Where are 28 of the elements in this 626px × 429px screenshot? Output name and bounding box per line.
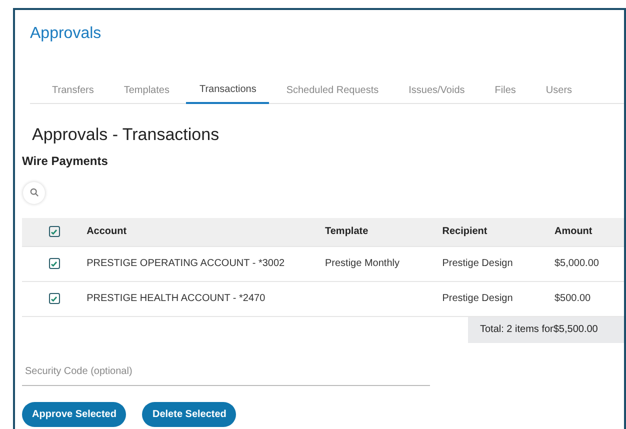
checkbox[interactable] (48, 226, 60, 237)
checkbox[interactable] (48, 293, 60, 304)
tab[interactable]: Issues/Voids (408, 77, 465, 104)
approve-button[interactable]: Approve Selected (22, 402, 126, 426)
column-header: Account (86, 225, 128, 239)
column-header: Template (325, 225, 370, 239)
checkbox[interactable] (48, 258, 60, 269)
page-heading: Approvals - Transactions (32, 124, 220, 146)
search-icon (30, 188, 38, 197)
tab[interactable]: Templates (124, 77, 170, 104)
page-title: Approvals (30, 24, 102, 44)
table-cell: Prestige Design (442, 293, 513, 304)
column-header: Amount (554, 225, 594, 239)
delete-button[interactable]: Delete Selected (142, 402, 236, 426)
tab[interactable]: Scheduled Requests (286, 77, 379, 104)
tab[interactable]: Files (494, 77, 516, 104)
table-cell: Prestige Monthly (325, 258, 400, 269)
tab[interactable]: Users (546, 77, 572, 104)
total-summary: Total: 2 items for$5,500.00 (468, 316, 624, 342)
table-cell: $5,000.00 (554, 258, 599, 269)
section-title: Wire Payments (22, 152, 109, 170)
table-cell: $500.00 (554, 293, 591, 304)
table-cell: PRESTIGE HEALTH ACCOUNT - *2470 (86, 293, 266, 304)
table-cell: PRESTIGE OPERATING ACCOUNT - *3002 (86, 258, 285, 269)
tab[interactable]: Transfers (52, 77, 94, 104)
column-header: Recipient (442, 225, 488, 239)
tab[interactable]: Transactions (186, 77, 270, 104)
table-cell: Prestige Design (442, 258, 513, 269)
